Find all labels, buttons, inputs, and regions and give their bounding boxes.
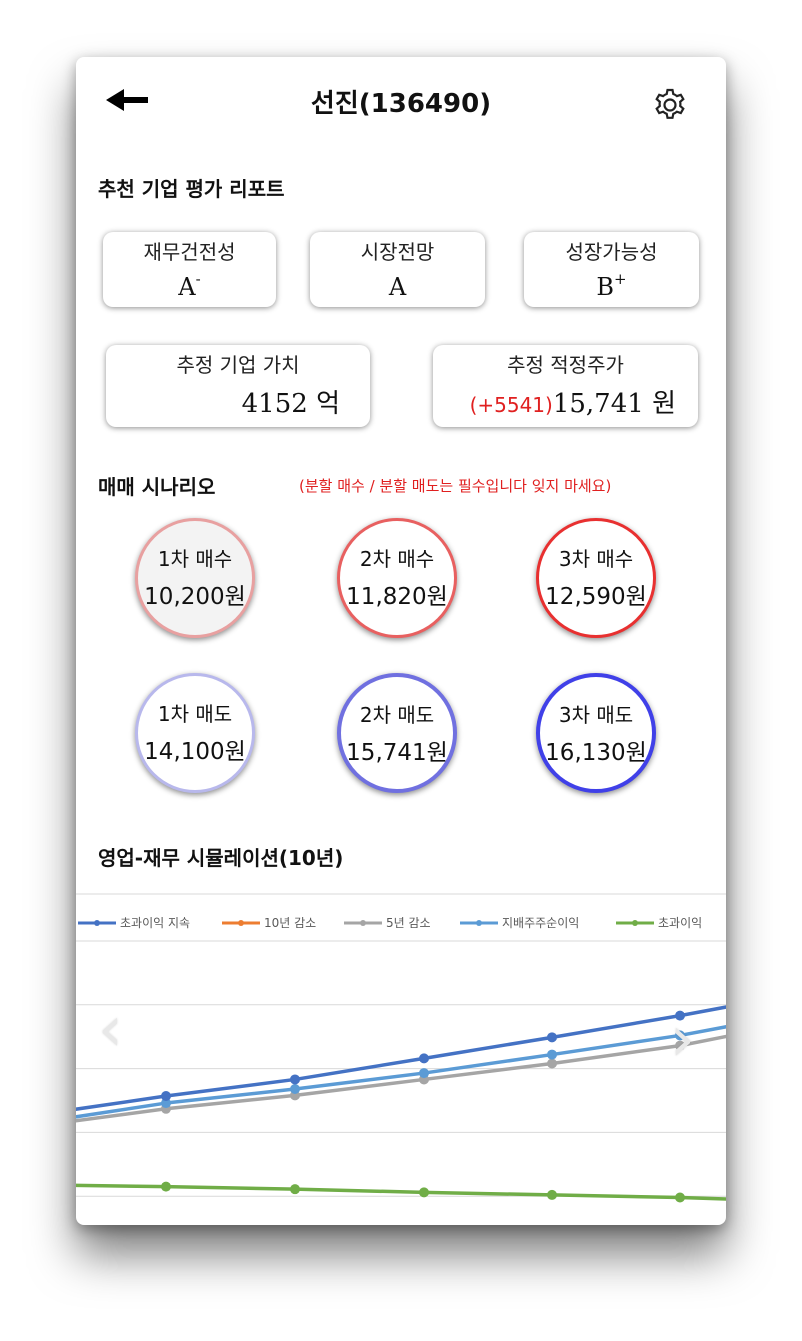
enterprise-value-card: 추정 기업 가치 4152 억 bbox=[106, 345, 370, 427]
scenario-notice: (분할 매수 / 분할 매도는 필수입니다 잊지 마세요) bbox=[299, 477, 612, 495]
sell-step-3[interactable]: 3차 매도 16,130원 bbox=[536, 673, 656, 793]
legend-label: 5년 감소 bbox=[386, 916, 431, 930]
series-point bbox=[290, 1074, 300, 1085]
series-point bbox=[675, 1192, 685, 1203]
scenario-title: 매매 시나리오 bbox=[98, 475, 216, 499]
legend-marker bbox=[94, 920, 100, 926]
grade-card-market: 시장전망 A bbox=[310, 232, 485, 307]
series-point bbox=[290, 1184, 300, 1195]
phone-screen: 선진(136490) 추천 기업 평가 리포트 재무건전성 A- 시장전망 A … bbox=[76, 57, 726, 1225]
series-line bbox=[76, 1034, 726, 1123]
enterprise-value: 4152 억 bbox=[241, 389, 340, 419]
fair-price-label: 추정 적정주가 bbox=[507, 353, 624, 377]
grade-value: A bbox=[388, 273, 407, 301]
buy-step-1[interactable]: 1차 매수 10,200원 bbox=[135, 518, 255, 638]
series-point bbox=[419, 1068, 429, 1079]
chevron-left-icon: ‹ bbox=[98, 992, 123, 1065]
fair-price: (+5541)15,741 원 bbox=[469, 389, 676, 419]
grade-value: A- bbox=[178, 270, 201, 301]
settings-button[interactable] bbox=[652, 87, 688, 123]
series-line bbox=[76, 1005, 726, 1111]
legend-label: 10년 감소 bbox=[264, 916, 316, 930]
series-point bbox=[419, 1053, 429, 1064]
legend-label: 초과이익 지속 bbox=[120, 916, 190, 930]
sell-step-1[interactable]: 1차 매도 14,100원 bbox=[135, 673, 255, 793]
chart-prev-button[interactable]: ‹ bbox=[98, 992, 123, 1065]
simulation-chart: 초과이익 지속 10년 감소 5년 감소 지배주주순이익 초과이익 bbox=[76, 893, 726, 1225]
series-point bbox=[547, 1032, 557, 1043]
series-point bbox=[547, 1058, 557, 1069]
chart-svg: 초과이익 지속 10년 감소 5년 감소 지배주주순이익 초과이익 bbox=[76, 893, 726, 1203]
grade-value: B+ bbox=[596, 270, 627, 301]
grade-label: 시장전망 bbox=[360, 240, 435, 264]
legend-marker bbox=[360, 920, 366, 926]
series-point bbox=[419, 1187, 429, 1198]
legend-marker bbox=[476, 920, 482, 926]
gear-icon bbox=[655, 88, 685, 119]
grade-label: 재무건전성 bbox=[143, 240, 236, 264]
legend-marker bbox=[632, 920, 638, 926]
series-line bbox=[76, 1025, 726, 1119]
legend-label: 지배주주순이익 bbox=[502, 916, 579, 930]
series-point bbox=[547, 1189, 557, 1200]
price-diff: (+5541) bbox=[469, 393, 553, 417]
simulation-title: 영업-재무 시뮬레이션(10년) bbox=[98, 846, 344, 870]
grade-label: 성장가능성 bbox=[565, 240, 658, 264]
report-title: 추천 기업 평가 리포트 bbox=[98, 177, 285, 201]
sell-step-2[interactable]: 2차 매도 15,741원 bbox=[337, 673, 457, 793]
fair-price-card: 추정 적정주가 (+5541)15,741 원 bbox=[433, 345, 698, 427]
chevron-right-icon: › bbox=[670, 1002, 695, 1075]
page-title: 선진(136490) bbox=[310, 89, 492, 119]
buy-step-3[interactable]: 3차 매수 12,590원 bbox=[536, 518, 656, 638]
chart-next-button[interactable]: › bbox=[670, 1002, 695, 1075]
series-point bbox=[547, 1049, 557, 1060]
series-point bbox=[161, 1091, 171, 1102]
grade-card-growth: 성장가능성 B+ bbox=[524, 232, 699, 307]
buy-step-2[interactable]: 2차 매수 11,820원 bbox=[337, 518, 457, 638]
legend-label: 초과이익 bbox=[658, 916, 702, 930]
enterprise-value-label: 추정 기업 가치 bbox=[176, 353, 300, 377]
series-line bbox=[76, 1183, 726, 1201]
grade-card-financial: 재무건전성 A- bbox=[103, 232, 276, 307]
series-point bbox=[290, 1084, 300, 1095]
series-point bbox=[161, 1181, 171, 1192]
legend-marker bbox=[238, 920, 244, 926]
